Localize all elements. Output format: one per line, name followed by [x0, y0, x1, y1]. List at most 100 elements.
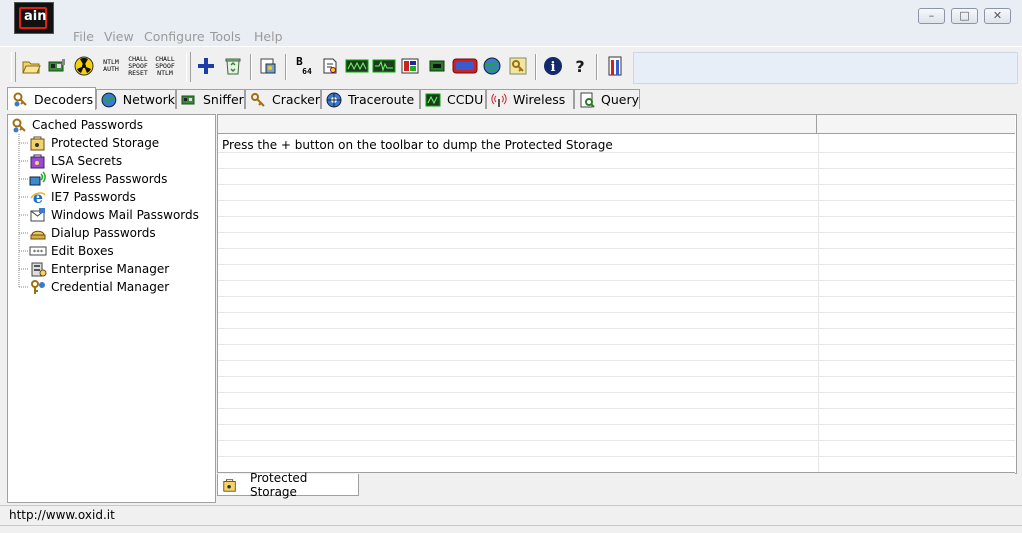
protected-storage-icon: [30, 136, 45, 151]
key-icon: [250, 92, 265, 107]
grid-row-line: [218, 344, 1015, 345]
key-icon: [509, 57, 527, 75]
config-icon: [260, 58, 276, 74]
grid-row-line: [218, 280, 1015, 281]
voip-button[interactable]: [372, 55, 396, 77]
grid-row-line: [218, 152, 1015, 153]
hash-calculator-icon: [345, 59, 369, 73]
info-icon: i: [544, 57, 562, 75]
bottom-tab-protected-storage[interactable]: Protected Storage: [217, 471, 359, 499]
internet-explorer-icon: e: [30, 189, 46, 205]
wireless-antenna-icon: [491, 93, 507, 107]
grid-row-line: [218, 376, 1015, 377]
ntlm-auth-button[interactable]: NTLM AUTH: [99, 55, 123, 77]
grid-row-line: [218, 184, 1015, 185]
status-bar: [0, 505, 1022, 533]
maximize-button[interactable]: □: [951, 8, 978, 24]
toolbar-grip[interactable]: [11, 52, 16, 82]
tree-item-lsa-secrets[interactable]: LSA Secrets: [29, 152, 122, 170]
traceroute-icon: [326, 92, 342, 107]
router-button[interactable]: [452, 55, 478, 77]
minimize-icon: –: [928, 9, 935, 22]
menu-view[interactable]: View: [104, 29, 134, 44]
maximize-icon: □: [959, 9, 970, 22]
start-sniffer-button[interactable]: [46, 55, 68, 77]
menu-tools[interactable]: Tools: [210, 29, 241, 44]
tab-ccdu[interactable]: CCDU: [420, 89, 486, 109]
network-globe-button[interactable]: [481, 55, 503, 77]
tab-decoders[interactable]: Decoders: [7, 87, 96, 110]
base64-button[interactable]: B 64: [293, 55, 315, 77]
enterprise-manager-icon: [31, 262, 47, 277]
status-divider: [0, 525, 1022, 526]
menu-configure[interactable]: Configure: [144, 29, 205, 44]
chip-button[interactable]: [426, 55, 448, 77]
svg-text:?: ?: [575, 57, 584, 76]
svg-text:e: e: [33, 189, 43, 205]
about-button[interactable]: i: [542, 55, 564, 77]
rdp-button[interactable]: [399, 55, 421, 77]
grid-column-header[interactable]: [218, 115, 817, 133]
menu-help[interactable]: Help: [254, 29, 283, 44]
minimize-button[interactable]: –: [918, 8, 945, 24]
tree-item-ie7-passwords[interactable]: e IE7 Passwords: [29, 188, 136, 206]
key-button[interactable]: [507, 55, 529, 77]
chip-icon: [429, 60, 445, 72]
grid-row-line: [218, 456, 1015, 457]
tab-network[interactable]: Network: [96, 89, 176, 109]
dialup-icon: [30, 230, 46, 240]
tree-item-dialup-passwords[interactable]: Dialup Passwords: [29, 224, 156, 242]
decoders-icon: [13, 92, 27, 107]
edit-box-icon: ***: [29, 246, 47, 256]
tree-item-edit-boxes[interactable]: *** Edit Boxes: [29, 242, 114, 260]
grid-column-line: [818, 134, 819, 472]
svg-text:i: i: [551, 60, 556, 75]
apr-poisoning-button[interactable]: [73, 55, 95, 77]
open-folder-button[interactable]: [20, 55, 42, 77]
close-icon: ✕: [992, 9, 1003, 22]
chall-spoof-reset-button[interactable]: CHALL SPOOF RESET: [126, 55, 150, 77]
tab-cracker[interactable]: Cracker: [245, 89, 321, 109]
add-button[interactable]: [195, 55, 217, 77]
base64-icon: B 64: [296, 54, 312, 76]
tab-sniffer[interactable]: Sniffer: [176, 89, 245, 109]
lsa-secrets-icon: [30, 154, 45, 169]
grid-row-line: [218, 264, 1015, 265]
hash-calculator-button[interactable]: [345, 55, 369, 77]
certificate-button[interactable]: [319, 55, 341, 77]
tree-item-protected-storage[interactable]: Protected Storage: [29, 134, 159, 152]
chall-spoof-ntlm-button[interactable]: CHALL SPOOF NTLM: [153, 55, 177, 77]
network-globe-icon: [483, 57, 501, 75]
tree-root-cached-passwords[interactable]: Cached Passwords: [10, 116, 143, 134]
toolbar-empty-area: [633, 52, 1018, 84]
network-card-icon: [48, 59, 65, 72]
menu-file[interactable]: File: [73, 29, 94, 44]
help-button[interactable]: ?: [569, 55, 591, 77]
tab-query[interactable]: Query: [574, 89, 640, 109]
decoders-tree[interactable]: Cached Passwords Protected Storage LSA S…: [7, 114, 216, 503]
grid-row-line: [218, 408, 1015, 409]
toolbar-separator: [535, 54, 537, 80]
tree-item-enterprise-manager[interactable]: Enterprise Manager: [29, 260, 169, 278]
close-button[interactable]: ✕: [984, 8, 1011, 24]
tree-item-wireless-passwords[interactable]: Wireless Passwords: [29, 170, 167, 188]
grid-row-line: [218, 424, 1015, 425]
certificate-icon: [323, 58, 337, 74]
grid-message: Press the + button on the toolbar to dum…: [222, 138, 613, 152]
grid-header[interactable]: [218, 115, 1015, 134]
grid-row-line: [218, 296, 1015, 297]
grid-row-line: [218, 392, 1015, 393]
tree-item-windows-mail-passwords[interactable]: Windows Mail Passwords: [29, 206, 199, 224]
query-icon: [580, 92, 595, 108]
ntlm-auth-icon: NTLM AUTH: [103, 58, 119, 73]
tab-wireless[interactable]: Wireless: [486, 89, 574, 109]
remove-button[interactable]: [222, 55, 244, 77]
tab-traceroute[interactable]: Traceroute: [321, 89, 420, 109]
configure-button[interactable]: [257, 55, 279, 77]
toolbar-grip[interactable]: [186, 52, 191, 82]
tree-item-credential-manager[interactable]: Credential Manager: [29, 278, 169, 296]
svg-text:***: ***: [33, 249, 44, 256]
exit-button[interactable]: [604, 55, 626, 77]
decoders-icon: [12, 118, 26, 133]
grid-row-line: [218, 440, 1015, 441]
